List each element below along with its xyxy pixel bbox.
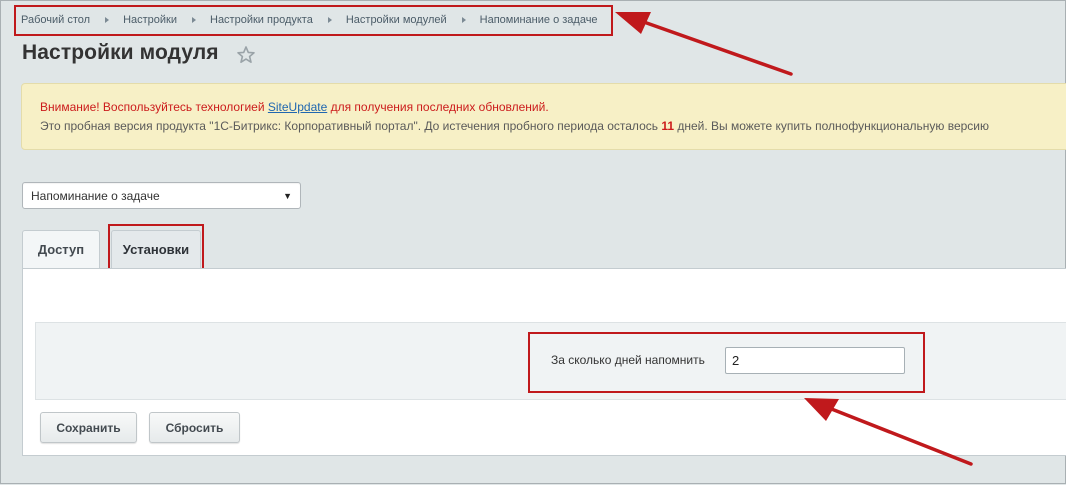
- update-warning-text-end: для получения последних обновлений.: [327, 100, 549, 114]
- trial-info: Это пробная версия продукта "1С-Битрикс:…: [40, 119, 989, 133]
- trial-info-text: Это пробная версия продукта "1С-Битрикс:…: [40, 119, 662, 133]
- breadcrumb-highlight-frame: [14, 5, 613, 36]
- trial-days-count: 11: [661, 119, 675, 133]
- reset-button[interactable]: Сбросить: [149, 412, 240, 443]
- module-select-value: Напоминание о задаче: [31, 188, 160, 203]
- field-highlight-frame: [528, 332, 925, 393]
- siteupdate-link[interactable]: SiteUpdate: [268, 100, 327, 114]
- trial-notice: [21, 83, 1066, 150]
- arrow-to-breadcrumb-icon: [615, 12, 793, 76]
- star-icon[interactable]: [236, 45, 256, 65]
- tab-access[interactable]: Доступ: [22, 230, 100, 268]
- save-button[interactable]: Сохранить: [40, 412, 137, 443]
- tab-settings-highlight-frame: [108, 224, 204, 270]
- trial-info-text-end: дней. Вы можете купить полнофункциональн…: [674, 119, 989, 133]
- caret-down-icon: ▼: [283, 190, 292, 201]
- page-title: Настройки модуля: [22, 41, 219, 64]
- module-select[interactable]: Напоминание о задаче ▼: [22, 182, 301, 209]
- update-warning-text: Внимание! Воспользуйтесь технологией: [40, 100, 268, 114]
- update-warning: Внимание! Воспользуйтесь технологией Sit…: [40, 100, 549, 114]
